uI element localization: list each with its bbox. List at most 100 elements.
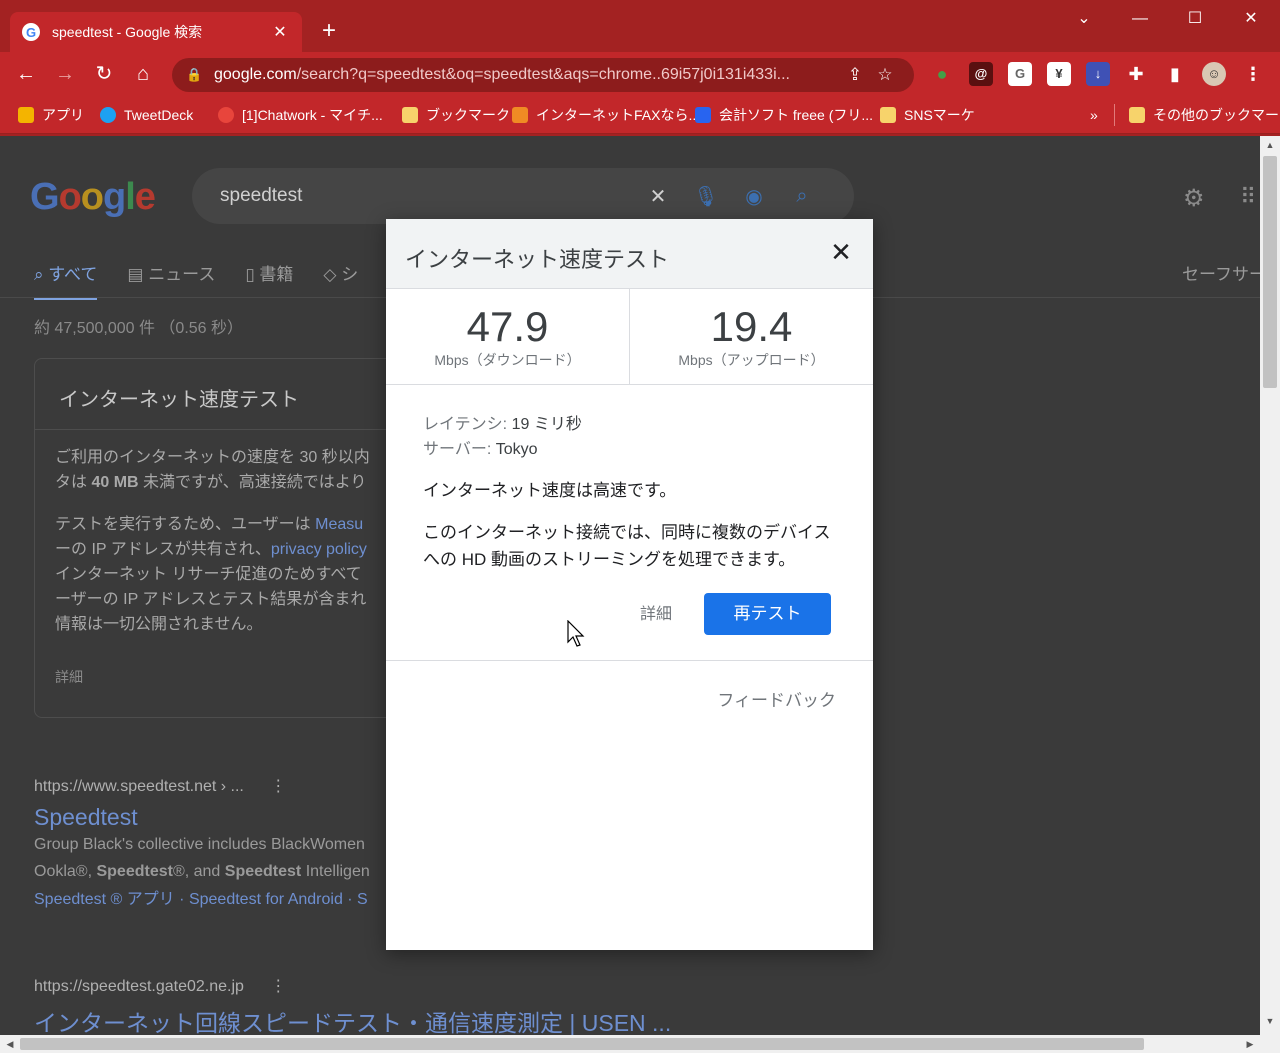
twitter-icon	[100, 107, 116, 123]
bookmark-chatwork[interactable]: [1]Chatwork - マイチ...	[218, 104, 383, 126]
result-menu-icon[interactable]: ⋮	[270, 778, 286, 795]
scroll-down-icon[interactable]: ▼	[1260, 1016, 1280, 1026]
result-stats: 約 47,500,000 件 （0.56 秒）	[34, 320, 244, 337]
download-unit: Mbps（ダウンロード）	[434, 352, 581, 368]
dialog-footer-divider	[386, 660, 873, 661]
menu-kebab-icon[interactable]: ⋮	[1241, 62, 1265, 86]
result-url[interactable]: https://speedtest.gate02.ne.jp ⋮	[34, 976, 671, 996]
google-apps-icon[interactable]: ⠿	[1240, 184, 1256, 210]
scroll-right-icon[interactable]: ▶	[1242, 1035, 1258, 1053]
result-title[interactable]: Speedtest	[34, 804, 394, 831]
result-url[interactable]: https://www.speedtest.net › ... ⋮	[34, 776, 394, 796]
speedtest-dialog: インターネット速度テスト ✕ 47.9 Mbps（ダウンロード） 19.4 Mb…	[386, 219, 873, 950]
feedback-link[interactable]: フィードバック	[706, 686, 836, 711]
download-metric: 47.9 Mbps（ダウンロード）	[386, 289, 629, 384]
profile-avatar[interactable]: ☺	[1202, 62, 1226, 86]
evernote-extension-icon[interactable]: ●	[930, 62, 954, 86]
search-box[interactable]: speedtest ✕ 🎙 ◉ ⌕	[192, 168, 854, 224]
scroll-up-icon[interactable]: ▲	[1260, 140, 1280, 150]
result-sitelinks[interactable]: Speedtest ® アプリ · Speedtest for Android …	[34, 885, 394, 909]
tab-close-icon[interactable]: ✕	[270, 22, 290, 42]
tab-search-icon[interactable]: ⌄	[1064, 6, 1104, 32]
fax-site-icon	[512, 107, 528, 123]
bookmark-sns-folder[interactable]: SNSマーケ	[880, 104, 975, 126]
new-tab-button[interactable]: +	[314, 16, 344, 46]
bookmark-apps[interactable]: アプリ	[18, 104, 84, 126]
card-detail-link[interactable]: 詳細	[55, 667, 83, 687]
tab-active[interactable]: G speedtest - Google 検索 ✕	[10, 12, 302, 52]
speed-summary: インターネット速度は高速です。	[423, 481, 677, 500]
home-button[interactable]: ⌂	[129, 60, 157, 88]
upload-metric: 19.4 Mbps（アップロード）	[630, 289, 873, 384]
side-panel-icon[interactable]: ▮	[1163, 62, 1187, 86]
google-favicon-icon: G	[22, 23, 40, 41]
vertical-scrollbar[interactable]: ▲ ▼	[1260, 136, 1280, 1035]
download-value: 47.9	[466, 303, 549, 350]
vertical-scroll-thumb[interactable]	[1263, 156, 1277, 388]
tab-shopping[interactable]: ◇ シ	[323, 260, 358, 300]
result-title[interactable]: インターネット回線スピードテスト・通信速度測定 | USEN ...	[34, 1004, 671, 1035]
chatwork-icon	[218, 107, 234, 123]
card-paragraph-2: テストを実行するため、ユーザーは Measu ーの IP アドレスが共有され、p…	[55, 516, 367, 633]
other-bookmarks[interactable]: その他のブックマーク	[1114, 104, 1280, 126]
forward-button[interactable]: →	[51, 60, 79, 88]
upload-unit: Mbps（アップロード）	[678, 352, 825, 368]
search-icon[interactable]: ⌕	[778, 185, 826, 208]
horizontal-scrollbar[interactable]: ◀ ▶	[0, 1035, 1280, 1053]
mail-extension-icon[interactable]: @	[969, 62, 993, 86]
tab-news[interactable]: ▤ ニュース	[127, 260, 215, 300]
scroll-left-icon[interactable]: ◀	[2, 1035, 18, 1053]
privacy-policy-link[interactable]: privacy policy	[271, 541, 367, 558]
mouse-cursor-icon	[567, 620, 585, 647]
server-row: サーバー: Tokyo	[423, 441, 538, 458]
download-extension-icon[interactable]: ↓	[1086, 62, 1110, 86]
google-logo[interactable]: Google	[30, 176, 156, 219]
search-result: https://speedtest.gate02.ne.jp ⋮ インターネット…	[34, 976, 671, 1035]
tab-title: speedtest - Google 検索	[52, 24, 203, 40]
detail-button[interactable]: 詳細	[630, 601, 682, 629]
g-extension-icon[interactable]: G	[1008, 62, 1032, 86]
bookmark-freee[interactable]: 会計ソフト freee (フリ...	[695, 104, 873, 126]
reload-button[interactable]: ↻	[90, 60, 118, 88]
bookmarks-bar: アプリ TweetDeck [1]Chatwork - マイチ... ブックマー…	[0, 96, 1280, 134]
minimize-button[interactable]: —	[1120, 6, 1160, 32]
retest-button[interactable]: 再テスト	[704, 593, 831, 635]
upload-value: 19.4	[710, 303, 793, 350]
bookmark-fax[interactable]: インターネットFAXなら...	[512, 104, 700, 126]
speedtest-card: インターネット速度テスト ご利用のインターネットの速度を 30 秒以内 タは 4…	[34, 358, 395, 718]
safesearch-label[interactable]: セーフサー	[1182, 260, 1260, 285]
close-window-button[interactable]: ✕	[1231, 6, 1271, 32]
card-title: インターネット速度テスト	[59, 389, 299, 411]
yen-extension-icon[interactable]: ¥	[1047, 62, 1071, 86]
camera-icon[interactable]: ◉	[730, 184, 778, 209]
maximize-button[interactable]: ☐	[1175, 6, 1215, 32]
tab-books[interactable]: ▯ 書籍	[245, 260, 293, 300]
settings-gear-icon[interactable]: ⚙	[1183, 184, 1205, 213]
measurement-lab-link[interactable]: Measu	[315, 516, 363, 533]
bookmark-tweetdeck[interactable]: TweetDeck	[100, 104, 193, 126]
result-menu-icon[interactable]: ⋮	[270, 978, 286, 995]
folder-icon	[880, 107, 896, 123]
back-button[interactable]: ←	[12, 60, 40, 88]
address-bar[interactable]: 🔒 google.com/search?q=speedtest&oq=speed…	[172, 58, 914, 92]
folder-icon	[1129, 107, 1145, 123]
tab-all[interactable]: ⌕ すべて	[34, 260, 98, 300]
search-result: https://www.speedtest.net › ... ⋮ Speedt…	[34, 776, 394, 909]
search-input[interactable]: speedtest	[220, 185, 634, 207]
browser-toolbar: ← → ↻ ⌂ 🔒 google.com/search?q=speedtest&…	[0, 52, 1280, 96]
capability-text: このインターネット接続では、同時に複数のデバイスへの HD 動画のストリーミング…	[423, 523, 831, 569]
horizontal-scroll-thumb[interactable]	[20, 1038, 1144, 1050]
share-icon[interactable]: ⇪	[840, 65, 870, 85]
bookmarks-overflow-button[interactable]: »	[1090, 104, 1098, 126]
extensions-puzzle-icon[interactable]: ✚	[1124, 62, 1148, 86]
freee-icon	[695, 107, 711, 123]
card-paragraph-1: ご利用のインターネットの速度を 30 秒以内 タは 40 MB 未満ですが、高速…	[55, 449, 370, 491]
address-url[interactable]: google.com/search?q=speedtest&oq=speedte…	[214, 66, 840, 84]
bookmark-star-icon[interactable]: ☆	[870, 65, 900, 85]
microphone-icon[interactable]: 🎙	[682, 184, 730, 209]
close-icon[interactable]: ✕	[826, 237, 856, 267]
clear-icon[interactable]: ✕	[634, 184, 682, 209]
search-tabs: ⌕ すべて ▤ ニュース ▯ 書籍 ◇ シ	[34, 260, 358, 300]
bookmark-folder[interactable]: ブックマーク	[402, 104, 510, 126]
lock-icon[interactable]: 🔒	[186, 67, 204, 83]
